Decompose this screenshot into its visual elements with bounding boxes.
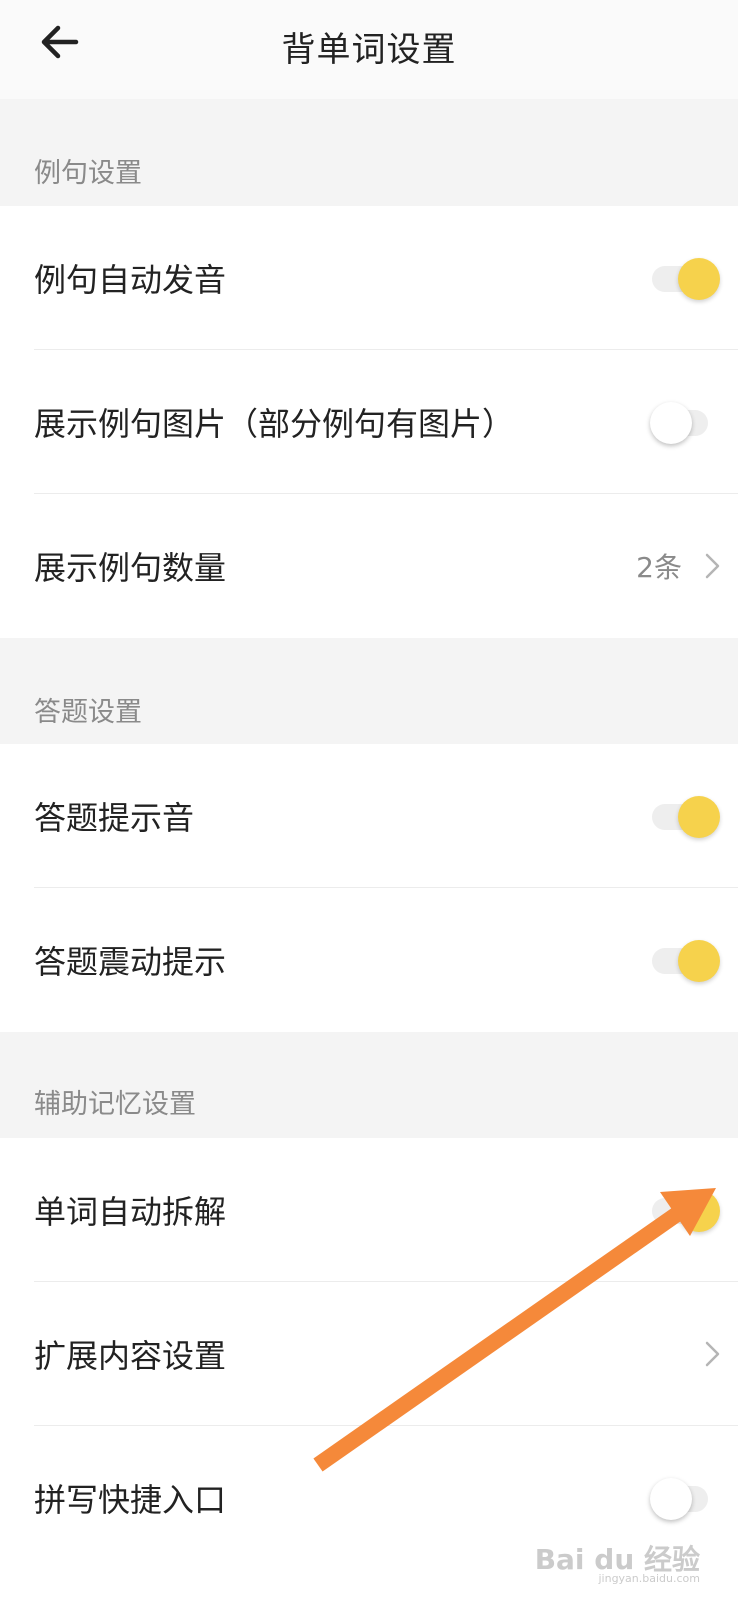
setting-label: 展示例句图片（部分例句有图片） xyxy=(34,405,515,443)
toggle-knob xyxy=(650,1478,692,1520)
section-title: 辅助记忆设置 xyxy=(34,1089,196,1120)
setting-label: 单词自动拆解 xyxy=(34,1193,227,1231)
baidu-watermark: Bai du 经验 jingyan.baidu.com xyxy=(535,1538,700,1585)
watermark-sub: jingyan.baidu.com xyxy=(598,1572,700,1585)
auto-pronounce-toggle[interactable] xyxy=(652,258,720,300)
setting-row-answer-vibration[interactable]: 答题震动提示 xyxy=(0,888,738,1032)
setting-row-show-images[interactable]: 展示例句图片（部分例句有图片） xyxy=(0,350,738,494)
auto-split-toggle[interactable] xyxy=(652,1190,720,1232)
spelling-shortcut-toggle[interactable] xyxy=(650,1478,718,1520)
setting-label: 答题提示音 xyxy=(34,799,195,837)
setting-row-extended-content[interactable]: 扩展内容设置 xyxy=(0,1282,738,1426)
section-title: 例句设置 xyxy=(34,158,142,189)
setting-label: 扩展内容设置 xyxy=(34,1337,227,1375)
chevron-right-icon xyxy=(705,1341,720,1367)
section-header-memory-aid: 辅助记忆设置 xyxy=(0,1032,738,1138)
toggle-knob xyxy=(678,796,720,838)
sentence-count-value: 2条 xyxy=(636,551,682,584)
toggle-knob xyxy=(650,402,692,444)
setting-label: 答题震动提示 xyxy=(34,943,227,981)
section-header-answering: 答题设置 xyxy=(0,638,738,744)
show-images-toggle[interactable] xyxy=(650,402,718,444)
top-app-bar: 背单词设置 xyxy=(0,0,738,99)
section-title: 答题设置 xyxy=(34,697,142,728)
toggle-knob xyxy=(678,258,720,300)
setting-row-auto-split[interactable]: 单词自动拆解 xyxy=(0,1138,738,1282)
setting-row-answer-sound[interactable]: 答题提示音 xyxy=(0,744,738,888)
toggle-knob xyxy=(678,1190,720,1232)
setting-label: 展示例句数量 xyxy=(34,549,227,587)
setting-label: 例句自动发音 xyxy=(34,261,227,299)
page-title: 背单词设置 xyxy=(281,30,457,70)
section-header-example-sentences: 例句设置 xyxy=(0,99,738,206)
setting-label: 拼写快捷入口 xyxy=(34,1481,227,1519)
answer-sound-toggle[interactable] xyxy=(652,796,720,838)
chevron-right-icon xyxy=(705,553,720,579)
setting-row-sentence-count[interactable]: 展示例句数量 2条 xyxy=(0,494,738,638)
answer-vibration-toggle[interactable] xyxy=(652,940,720,982)
setting-row-auto-pronounce[interactable]: 例句自动发音 xyxy=(0,206,738,350)
toggle-knob xyxy=(678,940,720,982)
